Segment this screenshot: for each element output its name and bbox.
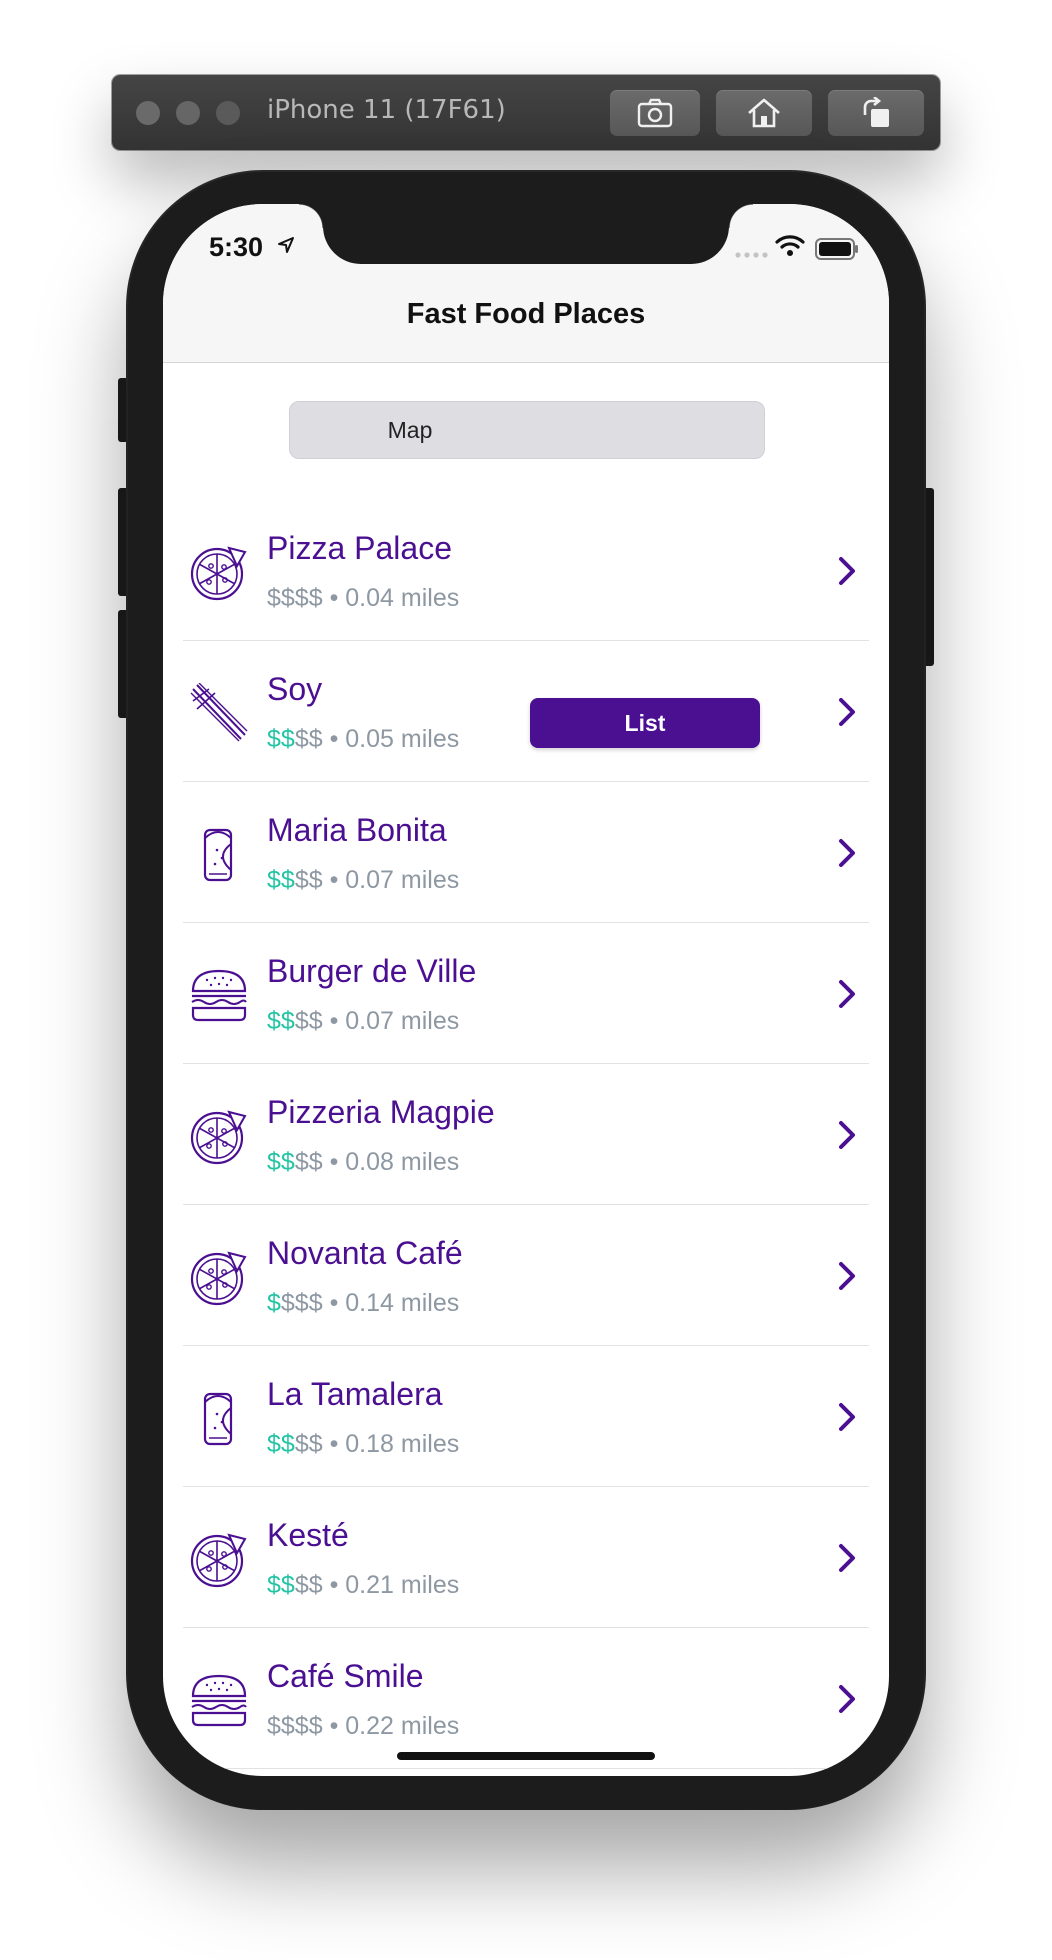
place-distance: 0.14 miles [345, 1289, 460, 1317]
price-active: $$ [267, 1571, 295, 1599]
burrito-icon [203, 828, 233, 882]
price-active: $$ [267, 866, 295, 894]
place-name: La Tamalera [267, 1376, 443, 1412]
list-item[interactable]: Novanta Café $$$$ • 0.14 miles [183, 1205, 869, 1346]
window-zoom-button[interactable] [216, 101, 240, 125]
place-distance: 0.07 miles [345, 866, 460, 894]
notch [299, 204, 753, 264]
place-name: Burger de Ville [267, 953, 477, 989]
simulator-title: iPhone 11 (17F61) [267, 95, 506, 125]
place-details: $$$$ • 0.08 miles [267, 1148, 460, 1176]
chevron-right-icon [839, 1262, 855, 1290]
screenshot-button[interactable] [610, 90, 700, 136]
list-item[interactable]: Kesté $$$$ • 0.21 miles [183, 1487, 869, 1628]
segment-map[interactable]: Map [293, 405, 527, 455]
place-name: Pizzeria Magpie [267, 1094, 495, 1130]
price-inactive: $$ [294, 725, 323, 753]
place-distance: 0.21 miles [345, 1571, 460, 1599]
chevron-right-icon [839, 839, 855, 867]
price-inactive: $$ [294, 1007, 323, 1035]
simulator-toolbar: iPhone 11 (17F61) [112, 75, 940, 150]
price-inactive: $$ [294, 866, 323, 894]
home-icon [748, 98, 780, 128]
place-name: Café Smile [267, 1658, 424, 1694]
list-item[interactable]: Pizzeria Magpie $$$$ • 0.08 miles [183, 1064, 869, 1205]
list-item[interactable]: Soy $$$$ • 0.05 miles [183, 641, 869, 782]
chevron-right-icon [839, 1121, 855, 1149]
price-active: $ [267, 1289, 281, 1317]
pizza-icon [190, 1110, 247, 1165]
place-details: $$$$ • 0.07 miles [267, 866, 460, 894]
rotate-button[interactable] [828, 90, 924, 136]
price-inactive: $$$ [280, 1289, 323, 1317]
burger-icon [191, 1674, 247, 1727]
price-inactive: $$$$ [267, 1712, 323, 1740]
location-arrow-icon [278, 237, 294, 253]
place-distance: 0.08 miles [345, 1148, 460, 1176]
place-distance: 0.07 miles [345, 1007, 460, 1035]
wifi-icon [775, 235, 805, 256]
view-mode-segmented-control: Map List [289, 401, 765, 748]
burger-icon [191, 969, 247, 1022]
home-indicator[interactable] [397, 1752, 655, 1760]
pizza-icon [190, 546, 247, 601]
list-item[interactable]: Burger de Ville $$$$ • 0.07 miles [183, 923, 869, 1064]
window-close-button[interactable] [136, 101, 160, 125]
chevron-right-icon [839, 1685, 855, 1713]
list-item[interactable]: Café Smile $$$$ • 0.22 miles [183, 1628, 869, 1769]
place-details: $$$$ • 0.05 miles [267, 725, 460, 753]
pizza-icon [190, 1533, 247, 1588]
chevron-right-icon [839, 698, 855, 726]
list-item[interactable]: La Tamalera $$$$ • 0.18 miles [183, 1346, 869, 1487]
price-inactive: $$ [294, 1148, 323, 1176]
price-active: $$ [267, 1148, 295, 1176]
price-active: $$ [267, 1430, 295, 1458]
price-inactive: $$$$ [267, 584, 323, 612]
price-inactive: $$ [294, 1430, 323, 1458]
chevron-right-icon [839, 557, 855, 585]
price-inactive: $$ [294, 1571, 323, 1599]
list-item[interactable]: Maria Bonita $$$$ • 0.07 miles [183, 782, 869, 923]
screenshot-icon [637, 98, 673, 128]
price-active: $$ [267, 725, 295, 753]
place-details: $$$$ • 0.22 miles [267, 1712, 460, 1740]
chevron-right-icon [839, 1544, 855, 1572]
pizza-icon [190, 1251, 247, 1306]
place-details: $$$$ • 0.14 miles [267, 1289, 460, 1317]
window-minimize-button[interactable] [176, 101, 200, 125]
place-distance: 0.18 miles [345, 1430, 460, 1458]
place-distance: 0.22 miles [345, 1712, 460, 1740]
place-details: $$$$ • 0.04 miles [267, 584, 460, 612]
phone-screen: 5:30 Fast Food Places Map List Pizza Pal… [163, 204, 889, 1776]
price-active: $$ [267, 1007, 295, 1035]
place-distance: 0.05 miles [345, 725, 460, 753]
places-list: Pizza Palace $$$$ • 0.04 miles Soy $$$$ … [163, 500, 889, 1769]
home-button[interactable] [716, 90, 812, 136]
place-name: Pizza Palace [267, 530, 452, 566]
place-name: Maria Bonita [267, 812, 447, 848]
place-name: Soy [267, 671, 323, 707]
place-details: $$$$ • 0.07 miles [267, 1007, 460, 1035]
battery-icon [815, 238, 858, 260]
burrito-icon [203, 1392, 233, 1446]
place-name: Novanta Café [267, 1235, 463, 1271]
rotate-icon [863, 97, 889, 127]
chopsticks-icon [190, 683, 248, 742]
place-details: $$$$ • 0.18 miles [267, 1430, 460, 1458]
place-distance: 0.04 miles [345, 584, 460, 612]
navigation-bar: Fast Food Places [163, 266, 889, 363]
stage: iPhone 11 (17F61) 5:30 Fast Food Places … [0, 0, 1052, 1960]
status-time: 5:30 [209, 232, 264, 262]
place-name: Kesté [267, 1517, 349, 1553]
chevron-right-icon [839, 980, 855, 1008]
signal-icon [735, 252, 768, 258]
list-item[interactable]: Pizza Palace $$$$ • 0.04 miles [183, 500, 869, 641]
page-title: Fast Food Places [406, 298, 646, 330]
chevron-right-icon [839, 1403, 855, 1431]
place-details: $$$$ • 0.21 miles [267, 1571, 460, 1599]
